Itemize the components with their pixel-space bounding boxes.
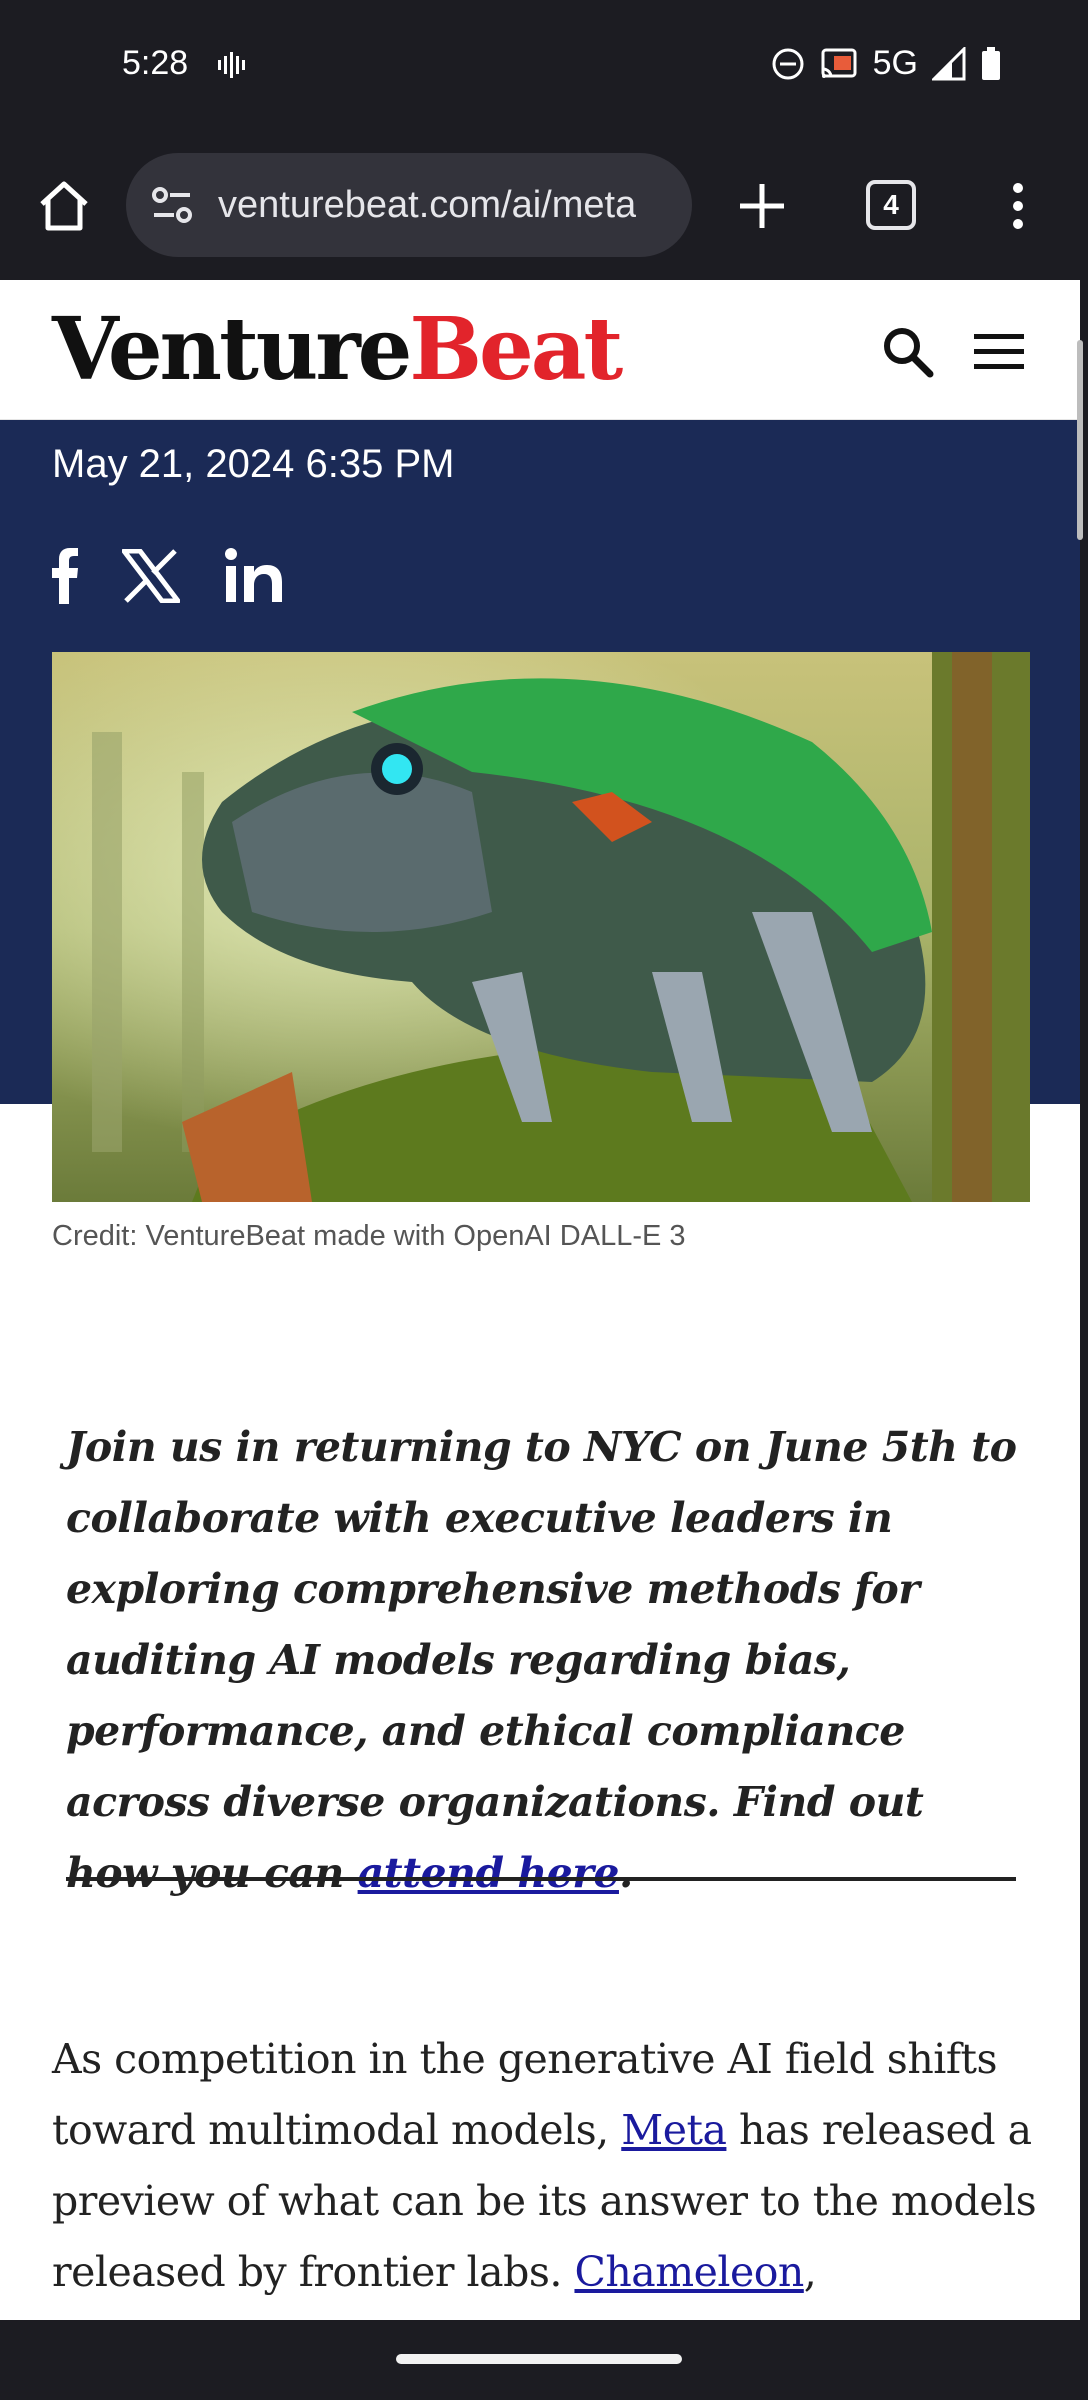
- site-header: VentureBeat: [0, 280, 1080, 420]
- network-label: 5G: [872, 44, 918, 82]
- x-icon[interactable]: [122, 549, 180, 603]
- chameleon-link[interactable]: Chameleon: [574, 2248, 804, 2296]
- battery-icon: [980, 46, 1002, 81]
- home-icon[interactable]: [32, 174, 96, 238]
- site-settings-icon[interactable]: [146, 178, 200, 232]
- article-hero-image: [52, 652, 1030, 1202]
- promo-end: .: [618, 1849, 633, 1897]
- cast-icon: [819, 47, 859, 81]
- promo-divider: [66, 1877, 1016, 1881]
- meta-link[interactable]: Meta: [621, 2106, 727, 2154]
- facebook-icon[interactable]: [52, 548, 78, 604]
- image-credit: Credit: VentureBeat made with OpenAI DAL…: [52, 1220, 686, 1252]
- browser-toolbar: venturebeat.com/ai/meta 4: [0, 138, 1088, 280]
- navigation-bar: [0, 2320, 1088, 2400]
- event-promo: Join us in returning to NYC on June 5th …: [66, 1412, 1026, 1909]
- logo-part-2: Beat: [409, 299, 623, 400]
- page-scrollbar[interactable]: [1077, 340, 1083, 540]
- tab-switcher-button[interactable]: 4: [866, 180, 916, 230]
- status-icons: 5G: [771, 44, 1002, 83]
- hamburger-menu-icon[interactable]: [970, 324, 1028, 380]
- vibrate-icon: [216, 50, 246, 85]
- logo-part-1: Venture: [52, 299, 412, 400]
- url-text[interactable]: venturebeat.com/ai/meta: [218, 184, 636, 227]
- venturebeat-logo[interactable]: VentureBeat: [52, 298, 623, 401]
- body-text-3: ,: [803, 2248, 817, 2296]
- web-page: VentureBeat May 21, 2024 6:35 PM Credit:…: [0, 280, 1080, 2320]
- signal-icon: [932, 46, 966, 81]
- dnd-icon: [771, 47, 805, 81]
- share-buttons: [52, 548, 284, 604]
- article-date: May 21, 2024 6:35 PM: [52, 442, 455, 486]
- status-time: 5:28: [122, 44, 189, 82]
- attend-here-link[interactable]: attend here: [358, 1849, 620, 1897]
- status-bar: 5:28 5G: [0, 0, 1088, 138]
- article-body-paragraph: As competition in the generative AI fiel…: [52, 2024, 1042, 2308]
- gesture-handle[interactable]: [396, 2354, 682, 2364]
- search-icon[interactable]: [880, 324, 936, 380]
- linkedin-icon[interactable]: [224, 548, 284, 604]
- address-bar[interactable]: venturebeat.com/ai/meta: [126, 153, 692, 257]
- new-tab-icon[interactable]: [730, 174, 794, 238]
- promo-text: Join us in returning to NYC on June 5th …: [66, 1423, 1017, 1897]
- more-options-icon[interactable]: [1000, 174, 1036, 238]
